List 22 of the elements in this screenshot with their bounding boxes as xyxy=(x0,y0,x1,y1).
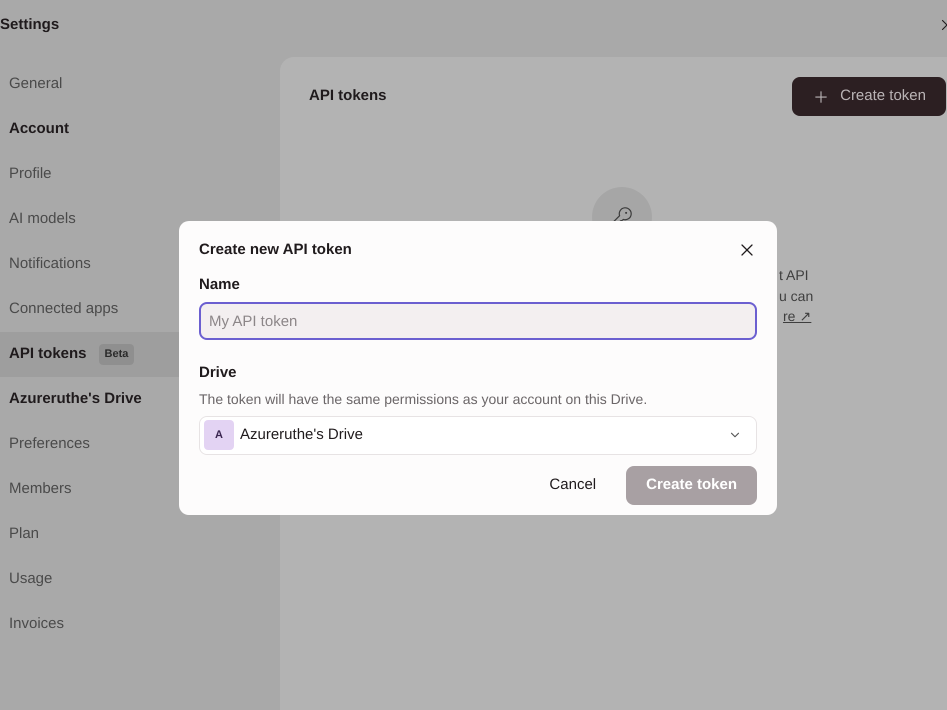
cancel-button[interactable]: Cancel xyxy=(529,466,616,504)
name-input[interactable]: My API token xyxy=(199,302,757,340)
field-label: Name xyxy=(199,274,241,294)
drive-name: Azureruthe's Drive xyxy=(240,424,364,445)
window-title: Settings xyxy=(0,14,60,35)
dialog-title: Create new API token xyxy=(199,240,352,260)
sidebar-item[interactable]: General xyxy=(0,62,280,107)
learn-more-link[interactable]: re ↗ xyxy=(783,306,812,326)
beta-badge: Beta xyxy=(98,344,134,365)
field-hint: The token will have the same permissions as your account on this Drive. xyxy=(199,390,648,409)
create-token-button[interactable]: Create token xyxy=(792,77,946,116)
sidebar-heading: Azureruthe's Drive xyxy=(9,389,142,410)
drive-avatar: A xyxy=(204,420,234,450)
sidebar-item[interactable]: Usage xyxy=(0,557,280,602)
sidebar-item[interactable]: Invoices xyxy=(0,602,280,647)
drive-select[interactable]: A Azureruthe's Drive xyxy=(199,416,757,454)
sidebar-item[interactable]: Profile xyxy=(0,152,280,197)
description-text: t API xyxy=(779,266,809,285)
sidebar-item[interactable]: Plan xyxy=(0,512,280,557)
panel-title: API tokens xyxy=(309,86,387,106)
sidebar-heading: Account xyxy=(9,119,69,140)
description-text: u can xyxy=(779,286,814,306)
